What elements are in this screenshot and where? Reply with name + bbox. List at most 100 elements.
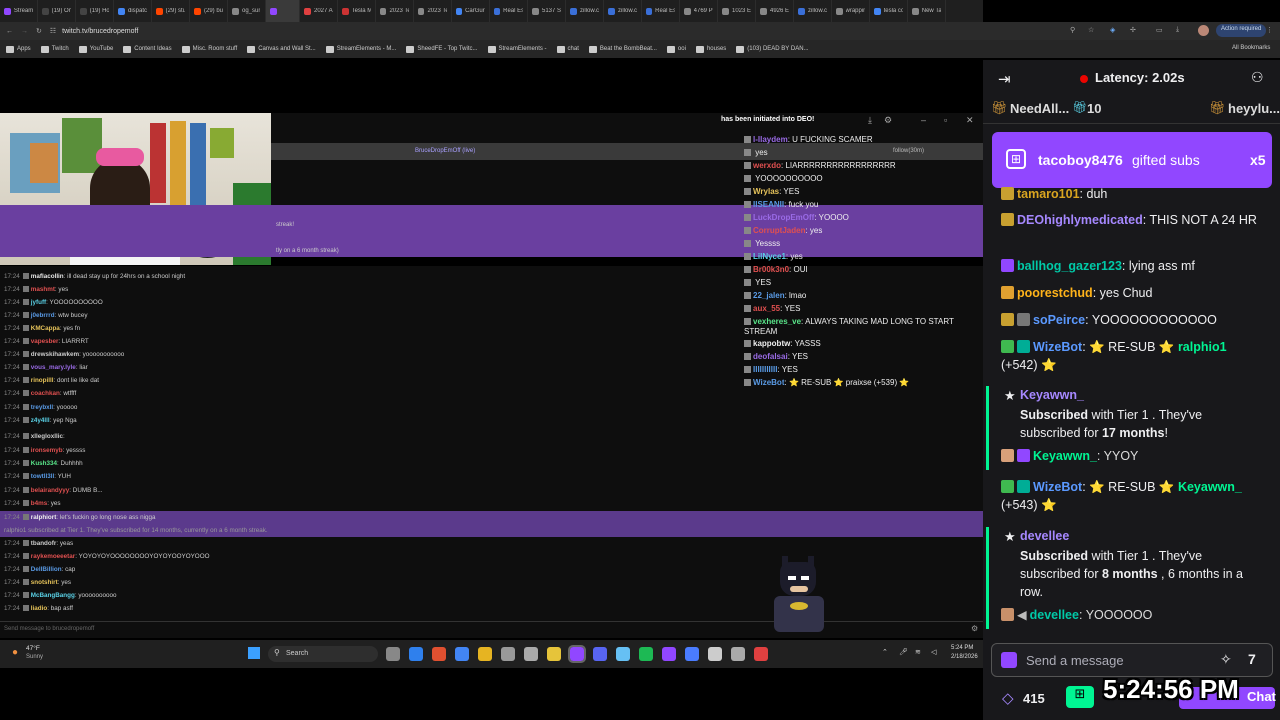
browser-tab[interactable]: (29) stu [152, 0, 190, 22]
browser-tab[interactable]: New Ta [908, 0, 946, 22]
gifted-user[interactable]: tacoboy8476 [1038, 152, 1123, 168]
chat-username[interactable]: vapesber [31, 338, 59, 345]
browser-tab[interactable]: zillow.c [566, 0, 604, 22]
chat-username[interactable]: werxdo [753, 161, 781, 170]
chat-username[interactable]: Wrylas [753, 187, 779, 196]
url-field[interactable]: twitch.tv/brucedropemoff [62, 28, 138, 35]
chat-username[interactable]: xllegloxllic [31, 433, 63, 440]
chat-username[interactable]: liadio [31, 605, 47, 612]
gift-leader-2[interactable]: heyylu... [1228, 101, 1280, 116]
gift-icon[interactable]: ⊞ [1066, 686, 1094, 708]
settings-icon[interactable]: ⚙ [971, 624, 978, 633]
chat-username[interactable]: ironsemyb [31, 447, 63, 454]
bookmark-item[interactable]: Misc. Room stuff [181, 45, 237, 53]
bookmark-item[interactable]: StreamElements - [487, 45, 547, 53]
chat-username[interactable]: WizeBot [1033, 480, 1082, 494]
site-info-icon[interactable]: ☷ [50, 27, 56, 35]
browser-tab[interactable]: CarGuru [452, 0, 490, 22]
chat-username[interactable]: WizeBot [1033, 340, 1082, 354]
chat-username[interactable]: DellBillion [31, 566, 62, 573]
browser-tab[interactable]: 2023 Te [376, 0, 414, 22]
star-icon[interactable]: ☆ [1088, 26, 1094, 34]
browser-tab[interactable]: Tesla M [338, 0, 376, 22]
taskbar-app-icon[interactable] [593, 647, 607, 661]
bookmark-item[interactable]: Content Ideas [123, 45, 172, 53]
chat-username[interactable]: tamaro101 [1017, 187, 1080, 201]
volume-icon[interactable]: ◁ [931, 648, 936, 656]
sub-user[interactable]: Keyawwn_ [1020, 388, 1084, 402]
taskbar-app-icon[interactable] [568, 645, 586, 663]
chat-username[interactable]: belairandyyy [31, 487, 70, 494]
popout-chat-input[interactable]: Send message to brucedropemoff ⚙ [0, 621, 983, 637]
chat-username[interactable]: l-llaydem [753, 135, 788, 144]
chat-username[interactable]: towtll3ll [31, 473, 54, 480]
windows-start-icon[interactable] [248, 647, 260, 659]
bookmark-item[interactable]: Canvas and Wall St... [247, 45, 316, 53]
browser-tab[interactable]: (29) bu [190, 0, 228, 22]
chat-username[interactable]: maflacollin [31, 273, 64, 280]
reload-icon[interactable]: ↻ [36, 27, 42, 35]
chat-username[interactable]: ralphiort [31, 514, 57, 521]
browser-tab[interactable]: wrappin [832, 0, 870, 22]
sparkle-icon[interactable]: ✧ [1220, 651, 1232, 668]
bookmark-item[interactable]: StreamElements - M... [325, 45, 396, 53]
browser-tab[interactable]: 2027 A [300, 0, 338, 22]
bookmark-item[interactable]: SheedFE - Top Twitc... [406, 45, 478, 53]
browser-tab[interactable]: 4769 Pl [680, 0, 718, 22]
taskbar-app-icon[interactable] [616, 647, 630, 661]
browser-tab[interactable]: zillow.c [604, 0, 642, 22]
chat-username[interactable]: Keyawwn_ [1033, 449, 1097, 463]
chat-username[interactable]: LuckDropEmOff [753, 213, 814, 222]
chat-username[interactable]: DEOhighlymedicated [1017, 213, 1143, 227]
bookmark-item[interactable]: houses [695, 45, 726, 53]
chat-username[interactable]: Kush334 [31, 460, 57, 467]
chat-username[interactable]: vous_mary.lyle [31, 364, 76, 371]
chat-username[interactable]: raykemoeeetar [31, 553, 75, 560]
wifi-icon[interactable]: ≋ [915, 648, 921, 656]
extension-icon[interactable]: ◈ [1110, 26, 1115, 34]
chat-username[interactable]: ballhog_gazer123 [1017, 259, 1122, 273]
chat-username[interactable]: b4ms [31, 500, 47, 507]
chat-username[interactable]: j0ebrrrd [31, 312, 55, 319]
browser-tab[interactable]: Real Est [642, 0, 680, 22]
taskbar-app-icon[interactable] [547, 647, 561, 661]
taskbar-app-icon[interactable] [639, 647, 653, 661]
bookmark-item[interactable]: YouTube [78, 45, 113, 53]
chat-username[interactable]: deofalsai [753, 352, 788, 361]
action-required-badge[interactable]: Action required [1216, 24, 1267, 37]
browser-tab[interactable]: dispatc [114, 0, 152, 22]
taskbar-search[interactable]: ⚲ Search [268, 646, 378, 662]
bookmark-item[interactable]: ooi [666, 45, 686, 53]
chat-username[interactable]: rinopilll [31, 377, 54, 384]
taskbar-app-icon[interactable] [409, 647, 423, 661]
taskbar-app-icon[interactable] [524, 647, 538, 661]
send-message-input[interactable]: Send a message ✧ 7 [991, 643, 1273, 677]
taskbar-app-icon[interactable] [478, 647, 492, 661]
all-bookmarks[interactable]: All Bookmarks [1232, 45, 1270, 51]
chat-username[interactable]: treybxll [31, 404, 53, 411]
chat-username[interactable]: kappobtw [753, 339, 790, 348]
chat-username[interactable]: KMCappa [31, 325, 60, 332]
chat-username[interactable]: z4y4lll [31, 417, 50, 424]
collapse-icon[interactable]: ⇥ [998, 70, 1011, 88]
forward-icon[interactable]: → [21, 28, 28, 35]
chat-username[interactable]: CorruptJaden [753, 226, 805, 235]
taskbar-app-icon[interactable] [386, 647, 400, 661]
chat-username[interactable]: IIIIIIIIIII [753, 365, 777, 374]
gift-leader-1[interactable]: NeedAll... [1010, 101, 1069, 116]
sub-user[interactable]: devellee [1020, 529, 1069, 543]
bookmark-item[interactable]: Apps [6, 45, 31, 53]
browser-tab[interactable]: 5137 S [528, 0, 566, 22]
chat-username[interactable]: 22_jalen [753, 291, 785, 300]
taskbar-app-icon[interactable] [685, 647, 699, 661]
browser-tab[interactable] [266, 0, 300, 22]
taskbar-app-icon[interactable] [662, 647, 676, 661]
tray-chevron-icon[interactable]: ⌃ [882, 648, 888, 656]
bookmark-item[interactable]: Beat the BombBeat... [588, 45, 657, 53]
chat-username[interactable]: LilNyce1 [753, 252, 786, 261]
twitch-emote-icon[interactable] [1001, 652, 1017, 668]
browser-tab[interactable]: 1023 E [718, 0, 756, 22]
chat-username[interactable]: Br00k3n0 [753, 265, 789, 274]
browser-tab[interactable]: Real Est [490, 0, 528, 22]
browser-tab[interactable]: 4926 E [756, 0, 794, 22]
